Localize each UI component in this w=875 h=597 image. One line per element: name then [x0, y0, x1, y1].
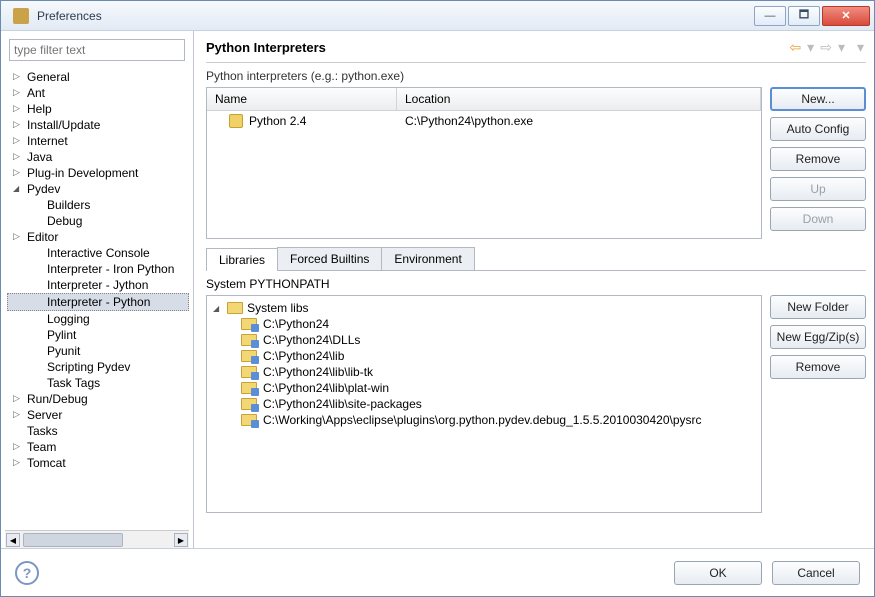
system-libs-root[interactable]: System libs	[213, 300, 755, 316]
lib-folder-icon	[241, 414, 257, 426]
tree-item[interactable]: Tomcat	[7, 455, 189, 471]
remove-lib-button[interactable]: Remove	[770, 355, 866, 379]
tree-item[interactable]: Task Tags	[7, 375, 189, 391]
tab-libraries[interactable]: Libraries	[206, 248, 278, 271]
scroll-right-icon[interactable]: ▶	[174, 533, 188, 547]
tree-item[interactable]: Interpreter - Iron Python	[7, 261, 189, 277]
tree-item[interactable]: Help	[7, 101, 189, 117]
lib-folder-icon	[241, 398, 257, 410]
tree-item[interactable]: Builders	[7, 197, 189, 213]
lib-path: C:\Python24\lib\plat-win	[263, 381, 389, 395]
interpreters-subheading: Python interpreters (e.g.: python.exe)	[206, 69, 866, 83]
lib-path: C:\Working\Apps\eclipse\plugins\org.pyth…	[263, 413, 702, 427]
lib-item[interactable]: C:\Python24\lib\plat-win	[213, 380, 755, 396]
lib-item[interactable]: C:\Python24\lib\site-packages	[213, 396, 755, 412]
lib-path: C:\Python24\lib\lib-tk	[263, 365, 373, 379]
down-button[interactable]: Down	[770, 207, 866, 231]
python-icon	[229, 114, 243, 128]
tree-item[interactable]: Interactive Console	[7, 245, 189, 261]
new-folder-button[interactable]: New Folder	[770, 295, 866, 319]
lib-folder-icon	[241, 318, 257, 330]
lib-item[interactable]: C:\Python24\lib	[213, 348, 755, 364]
interpreter-row[interactable]: Python 2.4 C:\Python24\python.exe	[207, 111, 761, 131]
lib-item[interactable]: C:\Working\Apps\eclipse\plugins\org.pyth…	[213, 412, 755, 428]
interpreters-table[interactable]: Name Location Python 2.4 C:\Python24\pyt…	[206, 87, 762, 239]
system-libs-label: System libs	[247, 301, 308, 315]
window-title: Preferences	[37, 9, 754, 23]
tab-forced-builtins[interactable]: Forced Builtins	[277, 247, 382, 270]
tab-environment[interactable]: Environment	[381, 247, 474, 270]
lib-path: C:\Python24\DLLs	[263, 333, 360, 347]
auto-config-button[interactable]: Auto Config	[770, 117, 866, 141]
tree-item[interactable]: Logging	[7, 311, 189, 327]
page-title: Python Interpreters	[206, 40, 787, 55]
lib-folder-icon	[241, 366, 257, 378]
preferences-tree[interactable]: GeneralAntHelpInstall/UpdateInternetJava…	[5, 67, 189, 530]
interpreter-location: C:\Python24\python.exe	[397, 111, 761, 131]
libs-tree[interactable]: System libs C:\Python24 C:\Python24\DLLs C…	[206, 295, 762, 513]
tree-item[interactable]: Team	[7, 439, 189, 455]
tree-item[interactable]: Pylint	[7, 327, 189, 343]
new-button[interactable]: New...	[770, 87, 866, 111]
page-menu-icon[interactable]: ▾	[855, 39, 866, 56]
ok-button[interactable]: OK	[674, 561, 762, 585]
tree-item[interactable]: Run/Debug	[7, 391, 189, 407]
back-menu-icon[interactable]: ▾	[805, 39, 816, 56]
minimize-button[interactable]	[754, 6, 786, 26]
column-location[interactable]: Location	[397, 88, 761, 110]
maximize-button[interactable]	[788, 6, 820, 26]
back-arrow-icon[interactable]: ⇦	[787, 39, 803, 56]
tree-item[interactable]: Editor	[7, 229, 189, 245]
forward-menu-icon[interactable]: ▾	[836, 39, 847, 56]
tree-item[interactable]: Ant	[7, 85, 189, 101]
tree-item[interactable]: Pyunit	[7, 343, 189, 359]
forward-arrow-icon[interactable]: ⇨	[818, 39, 834, 56]
tree-item[interactable]: Scripting Pydev	[7, 359, 189, 375]
remove-interpreter-button[interactable]: Remove	[770, 147, 866, 171]
scroll-left-icon[interactable]: ◀	[6, 533, 20, 547]
titlebar[interactable]: Preferences	[1, 1, 874, 31]
filter-input[interactable]	[9, 39, 185, 61]
lib-folder-icon	[241, 350, 257, 362]
sidebar: GeneralAntHelpInstall/UpdateInternetJava…	[1, 31, 194, 548]
column-name[interactable]: Name	[207, 88, 397, 110]
footer: ? OK Cancel	[1, 548, 874, 596]
main-pane: Python Interpreters ⇦ ▾ ⇨ ▾ ▾ Python int…	[194, 31, 874, 548]
tree-item[interactable]: Plug-in Development	[7, 165, 189, 181]
lib-path: C:\Python24\lib	[263, 349, 344, 363]
tree-item[interactable]: Install/Update	[7, 117, 189, 133]
lib-path: C:\Python24	[263, 317, 329, 331]
lib-folder-icon	[241, 382, 257, 394]
tree-item[interactable]: Java	[7, 149, 189, 165]
lib-item[interactable]: C:\Python24\lib\lib-tk	[213, 364, 755, 380]
tree-item[interactable]: Pydev	[7, 181, 189, 197]
tree-item[interactable]: Debug	[7, 213, 189, 229]
new-egg-zip-button[interactable]: New Egg/Zip(s)	[770, 325, 866, 349]
lib-item[interactable]: C:\Python24\DLLs	[213, 332, 755, 348]
sidebar-hscrollbar[interactable]: ◀ ▶	[5, 530, 189, 548]
tree-item[interactable]: General	[7, 69, 189, 85]
pythonpath-label: System PYTHONPATH	[206, 277, 866, 291]
cancel-button[interactable]: Cancel	[772, 561, 860, 585]
lib-path: C:\Python24\lib\site-packages	[263, 397, 422, 411]
help-icon[interactable]: ?	[15, 561, 39, 585]
tree-item[interactable]: Tasks	[7, 423, 189, 439]
preferences-window: Preferences GeneralAntHelpInstall/Update…	[0, 0, 875, 597]
tree-item[interactable]: Internet	[7, 133, 189, 149]
lib-item[interactable]: C:\Python24	[213, 316, 755, 332]
lib-folder-icon	[241, 334, 257, 346]
up-button[interactable]: Up	[770, 177, 866, 201]
interpreter-name: Python 2.4	[249, 114, 306, 128]
tree-item[interactable]: Interpreter - Jython	[7, 277, 189, 293]
tab-bar: Libraries Forced Builtins Environment	[206, 247, 866, 271]
tree-item[interactable]: Interpreter - Python	[7, 293, 189, 311]
tree-item[interactable]: Server	[7, 407, 189, 423]
scroll-thumb[interactable]	[23, 533, 123, 547]
app-icon	[13, 8, 29, 24]
close-button[interactable]	[822, 6, 870, 26]
folder-icon	[227, 302, 243, 314]
